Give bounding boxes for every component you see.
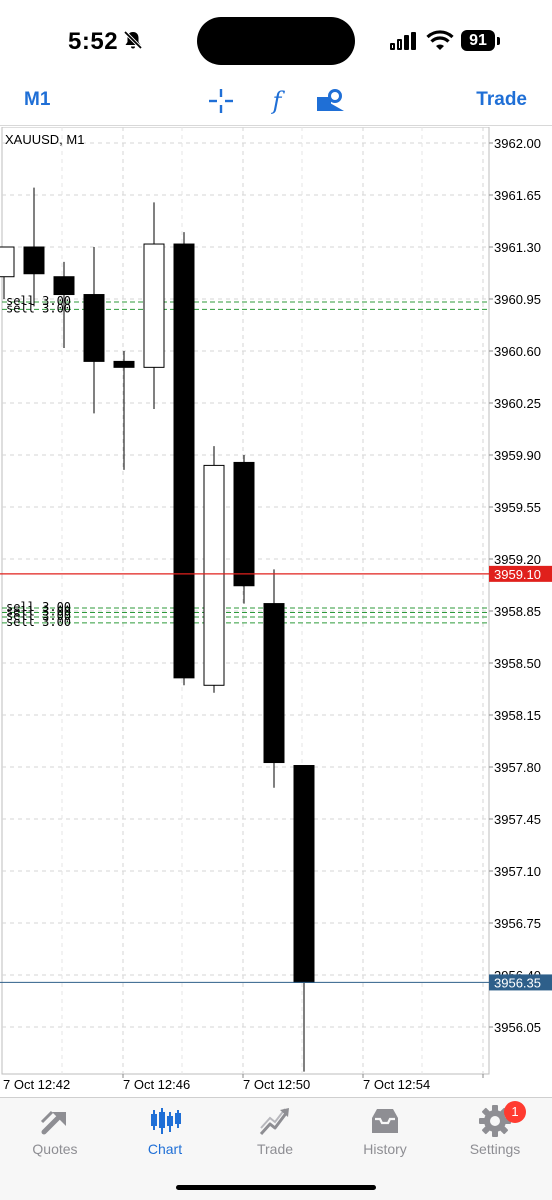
order-label: sell 3.00 [6,615,71,629]
chart-toolbar: M1 f Trade [0,80,552,126]
candle-bear [173,243,195,679]
home-indicator [176,1185,376,1190]
bell-muted-icon [123,30,143,50]
plot-frame [1,127,490,1075]
price-tick-label: 3957.10 [494,864,541,879]
history-icon [372,1109,398,1133]
time-tick-label: 7 Oct 12:50 [243,1077,310,1092]
price-tick-label: 3961.65 [494,188,541,203]
price-tick-label: 3958.85 [494,604,541,619]
candle-bear [53,276,75,296]
price-tick-label: 3956.75 [494,916,541,931]
price-tick-label: 3958.50 [494,656,541,671]
timeframe-button[interactable]: M1 [24,89,50,111]
svg-text:f: f [271,87,286,115]
chart-canvas[interactable]: 3962.00 3961.65 3961.30 3960.95 3960.60 3960.… [0,127,552,1097]
tab-settings[interactable]: 1 Settings [440,1098,550,1168]
tab-label: Trade [256,1141,294,1157]
candle-bull [203,464,225,686]
cellular-signal-icon [390,32,416,50]
tab-history[interactable]: History [330,1098,440,1168]
bid-price-label: 3956.35 [494,975,541,990]
time-tick-label: 7 Oct 12:42 [3,1077,70,1092]
objects-icon[interactable] [315,86,345,116]
price-tick-label: 3960.25 [494,396,541,411]
price-tick-label: 3957.45 [494,812,541,827]
price-tick-label: 3957.80 [494,760,541,775]
indicators-icon[interactable]: f [262,86,292,116]
candle-bear [263,603,285,764]
tab-label: History [363,1141,407,1157]
price-tick-label: 3960.95 [494,292,541,307]
status-bar: 5:52 91 [0,0,552,80]
trade-icon [259,1108,289,1136]
candle-bear [23,246,45,275]
price-tick-label: 3961.30 [494,240,541,255]
chart-icon [151,1108,181,1134]
price-tick-label: 3959.90 [494,448,541,463]
tab-label: Quotes [32,1141,78,1157]
wifi-icon [426,30,454,50]
price-chart[interactable]: 3962.00 3961.65 3961.30 3960.95 3960.60 3960.… [0,127,552,1097]
tab-chart[interactable]: Chart [110,1098,220,1168]
notification-badge: 1 [504,1101,526,1123]
candle-bear [233,461,255,587]
quotes-icon [40,1110,66,1135]
battery-level: 91 [461,30,495,51]
price-tick-label: 3956.05 [494,1020,541,1035]
trade-button[interactable]: Trade [476,89,527,111]
time-tick-label: 7 Oct 12:46 [123,1077,190,1092]
order-label: sell 3.00 [6,301,71,315]
candle-bull [143,243,165,368]
price-tick-label: 3958.15 [494,708,541,723]
price-tick-label: 3962.00 [494,136,541,151]
battery-tip [497,37,500,45]
candle-bull [0,246,15,278]
candle-bear [83,294,105,362]
tab-label: Chart [147,1141,183,1157]
candle-bear [293,765,315,983]
tab-label: Settings [469,1141,521,1157]
tab-trade[interactable]: Trade [220,1098,330,1168]
ask-price-label: 3959.10 [494,567,541,582]
status-time: 5:52 [68,28,119,55]
tab-quotes[interactable]: Quotes [0,1098,110,1168]
dynamic-island [197,17,355,65]
price-tick-label: 3960.60 [494,344,541,359]
crosshair-icon[interactable] [206,86,236,116]
candle-bear [113,360,135,368]
price-tick-label: 3959.20 [494,552,541,567]
symbol-label: XAUUSD, M1 [5,132,85,147]
time-tick-label: 7 Oct 12:54 [363,1077,430,1092]
price-tick-label: 3959.55 [494,500,541,515]
